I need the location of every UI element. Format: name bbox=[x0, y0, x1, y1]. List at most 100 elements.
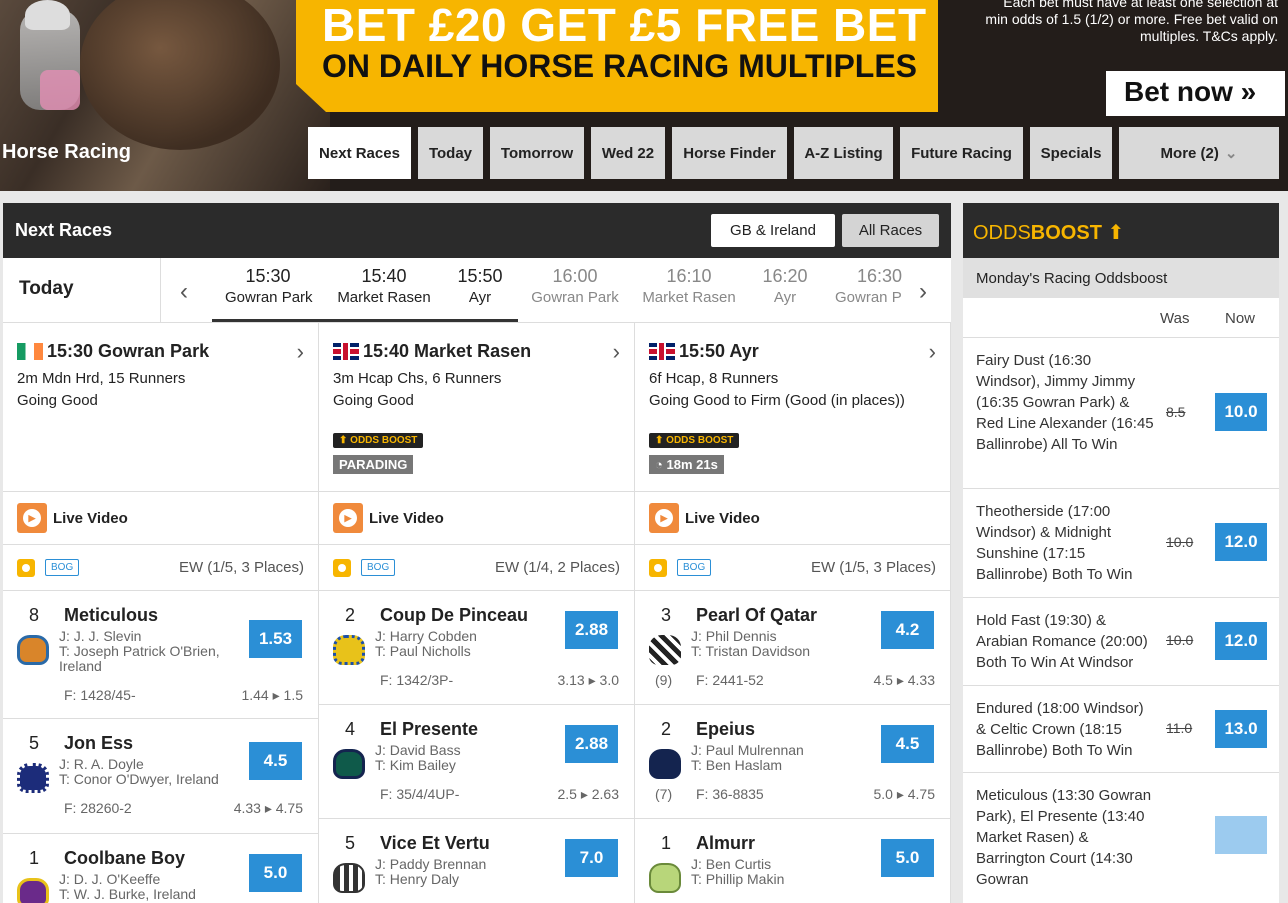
silk-icon bbox=[649, 749, 681, 779]
runner-name[interactable]: Almurr bbox=[696, 833, 755, 854]
was-price: 11.0 bbox=[1166, 720, 1193, 736]
runner-name[interactable]: Epeius bbox=[696, 719, 755, 740]
runner-number: 2 bbox=[661, 719, 672, 739]
runner-name[interactable]: Vice Et Vertu bbox=[380, 833, 490, 854]
runner-number: 5 bbox=[345, 833, 356, 853]
time-slot[interactable]: 15:30 Gowran Park bbox=[225, 266, 313, 306]
arrow-up-icon: ⬆ bbox=[1107, 222, 1125, 244]
col-was: Was bbox=[1160, 310, 1190, 327]
odds-button[interactable]: 4.5 bbox=[881, 725, 934, 763]
promo-hero[interactable]: BET £20 GET £5 FREE BET ON DAILY HORSE R… bbox=[0, 0, 1288, 191]
tab-future-racing[interactable]: Future Racing bbox=[900, 127, 1023, 179]
chevron-right-icon[interactable]: › bbox=[297, 339, 304, 365]
runner-row: 3 Pearl Of Qatar J: Phil Dennis T: Trista… bbox=[635, 591, 950, 705]
runner-number: 2 bbox=[345, 605, 356, 625]
race-going: Going Good bbox=[333, 392, 414, 409]
play-icon: ▶ bbox=[17, 503, 47, 533]
runner-name[interactable]: Coup De Pinceau bbox=[380, 605, 528, 626]
play-icon: ▶ bbox=[649, 503, 679, 533]
time-slot[interactable]: 15:50 Ayr bbox=[455, 266, 505, 306]
odds-button[interactable]: 2.88 bbox=[565, 611, 618, 649]
jockey: J: Paddy Brennan bbox=[375, 856, 487, 872]
tab-tomorrow[interactable]: Tomorrow bbox=[490, 127, 584, 179]
runner-form: F: 28260-2 bbox=[64, 800, 132, 816]
chevron-right-icon[interactable]: › bbox=[919, 278, 927, 306]
now-price-button[interactable]: 13.0 bbox=[1215, 710, 1267, 748]
now-price-button[interactable]: 12.0 bbox=[1215, 523, 1267, 561]
oddsboost-subtitle: Monday's Racing Oddsboost bbox=[963, 258, 1279, 298]
jockey: J: R. A. Doyle bbox=[59, 756, 144, 772]
race-title: 15:30 Gowran Park bbox=[47, 341, 210, 361]
time-slot[interactable]: 16:00 Gowran Park bbox=[530, 266, 620, 306]
live-video-link[interactable]: ▶ Live Video bbox=[319, 492, 634, 545]
each-way-terms: EW (1/4, 2 Places) bbox=[494, 559, 620, 576]
odds-button[interactable]: 1.53 bbox=[249, 620, 302, 658]
was-price: 8.5 bbox=[1166, 404, 1186, 420]
live-video-link[interactable]: ▶ Live Video bbox=[635, 492, 950, 545]
promo-terms: Each bet must have at least one selectio… bbox=[985, 0, 1278, 44]
day-label: Today bbox=[3, 258, 161, 323]
runner-row: 1 Almurr J: Ben Curtis T: Phillip Makin 5… bbox=[635, 819, 950, 903]
price-movement: 2.5 ▸ 2.63 bbox=[557, 786, 619, 802]
each-way-terms: EW (1/5, 3 Places) bbox=[178, 559, 304, 576]
tab-today[interactable]: Today bbox=[418, 127, 483, 179]
now-price-button[interactable]: 10.0 bbox=[1215, 393, 1267, 431]
filter-gb-ireland[interactable]: GB & Ireland bbox=[711, 214, 835, 247]
odds-button[interactable]: 4.5 bbox=[249, 742, 302, 780]
time-slot[interactable]: 16:20 Ayr bbox=[760, 266, 810, 306]
bog-badge: BOG bbox=[45, 559, 80, 576]
runner-name[interactable]: El Presente bbox=[380, 719, 478, 740]
odds-button[interactable]: 5.0 bbox=[249, 854, 302, 892]
time-slot[interactable]: 15:40 Market Rasen bbox=[336, 266, 432, 306]
tab-specials[interactable]: Specials bbox=[1030, 127, 1112, 179]
runner-name[interactable]: Pearl Of Qatar bbox=[696, 605, 817, 626]
tab-wed-22[interactable]: Wed 22 bbox=[591, 127, 665, 179]
oddsboost-header: ODDSBOOST ⬆ bbox=[963, 203, 1279, 258]
live-video-link[interactable]: ▶ Live Video bbox=[3, 492, 318, 545]
race-header[interactable]: 15:50 Ayr › 6f Hcap, 8 Runners Going Good… bbox=[635, 323, 950, 492]
race-header[interactable]: 15:30 Gowran Park › 2m Mdn Hrd, 15 Runne… bbox=[3, 323, 318, 492]
info-icon bbox=[333, 558, 351, 577]
jockey: J: Phil Dennis bbox=[691, 628, 777, 644]
tab-a-z-listing[interactable]: A-Z Listing bbox=[794, 127, 893, 179]
race-time-bar: Today ‹ 15:30 Gowran Park 15:40 Market Ras… bbox=[3, 258, 951, 323]
silk-icon bbox=[333, 749, 365, 779]
chevron-right-icon[interactable]: › bbox=[613, 339, 620, 365]
runner-name[interactable]: Jon Ess bbox=[64, 733, 133, 754]
chevron-left-icon[interactable]: ‹ bbox=[180, 278, 188, 306]
odds-button[interactable]: 2.88 bbox=[565, 725, 618, 763]
trainer: T: Paul Nicholls bbox=[375, 643, 471, 659]
price-movement: 4.33 ▸ 4.75 bbox=[233, 800, 303, 816]
tab-more[interactable]: More (2) ⌄ bbox=[1119, 127, 1279, 179]
runner-row: 5 Vice Et Vertu J: Paddy Brennan T: Henry… bbox=[319, 819, 634, 903]
chevron-right-icon[interactable]: › bbox=[929, 339, 936, 365]
col-now: Now bbox=[1225, 310, 1256, 327]
runner-row: 5 Jon Ess J: R. A. Doyle T: Conor O'Dwyer… bbox=[3, 719, 318, 834]
race-header[interactable]: 15:40 Market Rasen › 3m Hcap Chs, 6 Runn… bbox=[319, 323, 634, 492]
play-icon: ▶ bbox=[333, 503, 363, 533]
runner-number: 1 bbox=[661, 833, 672, 853]
price-movement: 4.5 ▸ 4.33 bbox=[873, 672, 935, 688]
oddsboost-columns: Was Now bbox=[963, 298, 1279, 338]
race-info: 2m Mdn Hrd, 15 Runners bbox=[17, 370, 186, 387]
odds-button[interactable]: 4.2 bbox=[881, 611, 934, 649]
bet-now-button[interactable]: Bet now » bbox=[1106, 71, 1285, 116]
filter-all-races[interactable]: All Races bbox=[842, 214, 939, 247]
odds-button[interactable]: 5.0 bbox=[881, 839, 934, 877]
oddsboost-text: Fairy Dust (16:30 Windsor), Jimmy Jimmy … bbox=[976, 352, 1154, 453]
tab-horse-finder[interactable]: Horse Finder bbox=[672, 127, 787, 179]
uk-flag-icon bbox=[649, 343, 675, 360]
now-price-button[interactable]: 12.0 bbox=[1215, 622, 1267, 660]
oddsboost-text: Hold Fast (19:30) & Arabian Romance (20:… bbox=[976, 612, 1148, 671]
bog-badge: BOG bbox=[677, 559, 712, 576]
runner-name[interactable]: Coolbane Boy bbox=[64, 848, 185, 869]
odds-button[interactable]: 7.0 bbox=[565, 839, 618, 877]
time-slot[interactable]: 16:30 Gowran P bbox=[835, 266, 903, 306]
tab-next-races[interactable]: Next Races bbox=[308, 127, 411, 179]
runner-name[interactable]: Meticulous bbox=[64, 605, 158, 626]
now-price-button[interactable] bbox=[1215, 816, 1267, 854]
runner-row: 8 Meticulous J: J. J. Slevin T: Joseph Pa… bbox=[3, 591, 318, 719]
time-slot[interactable]: 16:10 Market Rasen bbox=[641, 266, 737, 306]
draw-number: (9) bbox=[655, 672, 673, 688]
race-going: Going Good to Firm (Good (in places)) bbox=[649, 392, 905, 409]
